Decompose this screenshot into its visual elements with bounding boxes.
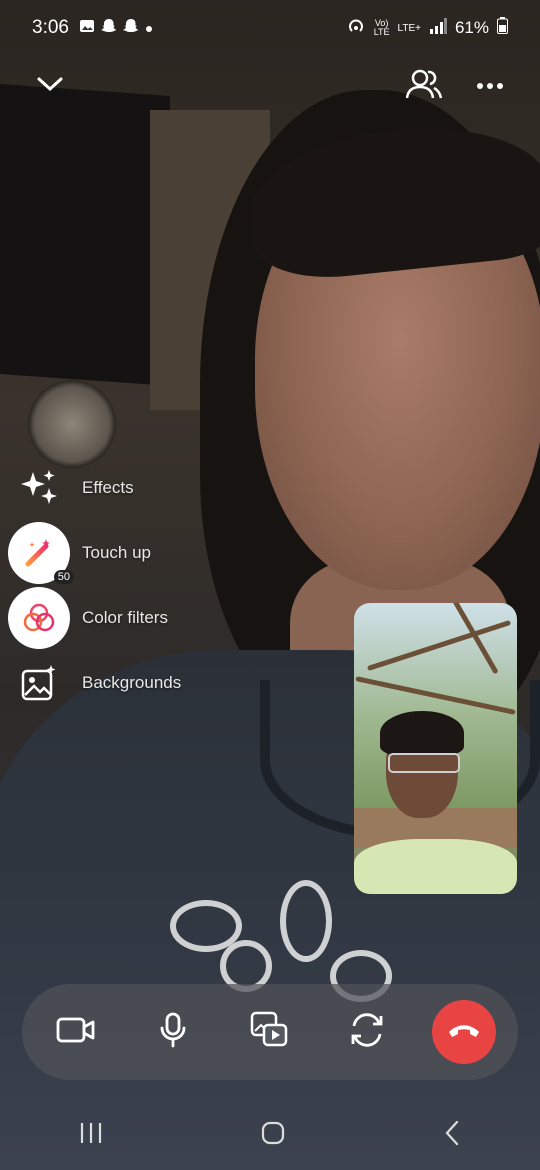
status-bar: 3:06 Vo) LTE LTE+ 61%	[0, 0, 540, 56]
share-media-icon	[250, 1011, 290, 1054]
participants-button[interactable]	[400, 64, 448, 108]
battery-level: 61%	[454, 18, 489, 37]
magic-wand-icon: 50	[8, 522, 74, 584]
home-icon[interactable]	[260, 1120, 286, 1151]
touch-up-label: Touch up	[82, 543, 151, 562]
end-call-icon	[446, 1020, 482, 1045]
backgrounds-label: Backgrounds	[82, 673, 182, 692]
wall-clock	[28, 380, 116, 468]
snapchat-icon	[122, 18, 139, 38]
pip-hair	[380, 711, 464, 755]
network-type: LTE+	[397, 22, 421, 34]
sparkle-icon	[8, 457, 70, 519]
status-time: 3:06	[32, 17, 69, 38]
tree-branch	[355, 676, 516, 715]
battery-icon	[497, 17, 508, 39]
more-icon	[476, 77, 504, 95]
touch-up-badge: 50	[53, 570, 74, 584]
minimize-call-button[interactable]	[28, 64, 72, 108]
call-control-bar	[22, 984, 518, 1080]
video-camera-icon	[56, 1015, 96, 1050]
dot-icon	[145, 20, 153, 37]
participants-icon	[405, 68, 443, 105]
pip-shirt	[354, 839, 517, 894]
touch-up-option[interactable]: 50 Touch up	[8, 522, 268, 584]
switch-camera-button[interactable]	[335, 1000, 399, 1064]
share-media-button[interactable]	[238, 1000, 302, 1064]
effects-label: Effects	[82, 478, 134, 497]
back-icon[interactable]	[442, 1120, 462, 1151]
microphone-icon	[159, 1012, 187, 1053]
gallery-icon	[79, 18, 95, 38]
hotspot-icon	[346, 16, 366, 41]
status-right: Vo) LTE LTE+ 61%	[346, 16, 508, 41]
background-wall	[0, 84, 170, 386]
more-options-button[interactable]	[468, 64, 512, 108]
switch-camera-icon	[348, 1012, 386, 1053]
background-image-icon	[8, 652, 70, 714]
backgrounds-option[interactable]: Backgrounds	[8, 652, 268, 714]
color-filters-label: Color filters	[82, 608, 168, 627]
signal-icon	[429, 17, 447, 39]
recents-icon[interactable]	[78, 1121, 104, 1150]
snapchat-icon	[100, 18, 117, 38]
pip-glasses	[388, 753, 460, 773]
chevron-down-icon	[36, 75, 64, 98]
self-view-pip[interactable]	[354, 603, 517, 894]
volte-icon: Vo) LTE	[373, 18, 390, 37]
color-filter-icon	[8, 587, 70, 649]
effects-option[interactable]: Effects	[8, 457, 268, 519]
toggle-video-button[interactable]	[44, 1000, 108, 1064]
shirt-print	[170, 880, 430, 1002]
system-nav-bar	[0, 1100, 540, 1170]
color-filters-option[interactable]: Color filters	[8, 587, 268, 649]
end-call-button[interactable]	[431, 1000, 496, 1064]
toggle-mic-button[interactable]	[141, 1000, 205, 1064]
